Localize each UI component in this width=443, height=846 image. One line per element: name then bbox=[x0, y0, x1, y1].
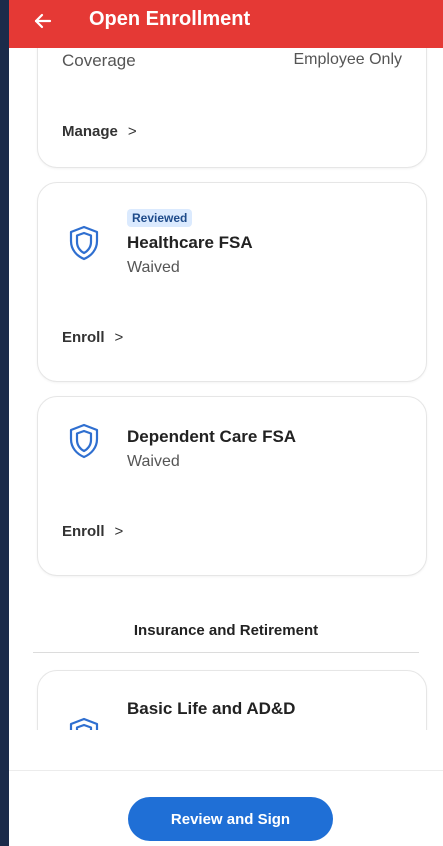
insurance-card-basic-life[interactable]: Basic Life and AD&D bbox=[37, 670, 427, 730]
review-and-sign-button[interactable]: Review and Sign bbox=[128, 797, 333, 841]
chevron-right-icon: > bbox=[114, 329, 124, 346]
manage-link[interactable]: Manage > bbox=[62, 123, 137, 140]
benefit-card-healthcare-fsa: Reviewed Healthcare FSA Waived Enroll > bbox=[37, 182, 427, 382]
benefit-card-dependent-care-fsa: Dependent Care FSA Waived Enroll > bbox=[37, 396, 427, 576]
benefit-title: Healthcare FSA bbox=[127, 233, 253, 252]
coverage-value: Employee Only bbox=[293, 51, 403, 68]
enrollment-content[interactable]: Coverage Employee Only Manage > Reviewed… bbox=[9, 48, 443, 730]
bottom-action-bar: Review and Sign bbox=[9, 770, 443, 846]
coverage-label: Coverage bbox=[62, 51, 136, 70]
benefit-status: Waived bbox=[127, 259, 180, 276]
section-divider bbox=[33, 652, 419, 653]
enroll-link[interactable]: Enroll > bbox=[62, 523, 123, 540]
shield-icon bbox=[69, 225, 99, 261]
section-heading: Insurance and Retirement bbox=[133, 622, 319, 639]
enroll-label: Enroll bbox=[62, 523, 105, 540]
page-title: Open Enrollment bbox=[89, 8, 251, 30]
chevron-right-icon: > bbox=[127, 123, 137, 140]
shield-icon bbox=[69, 717, 99, 730]
benefit-title: Dependent Care FSA bbox=[127, 427, 297, 446]
window-frame-edge bbox=[0, 0, 9, 846]
app-header: Open Enrollment bbox=[9, 0, 443, 48]
app-screen: Open Enrollment Coverage Employee Only M… bbox=[9, 0, 443, 846]
shield-icon bbox=[69, 423, 99, 459]
coverage-card: Coverage Employee Only Manage > bbox=[37, 48, 427, 168]
insurance-title: Basic Life and AD&D bbox=[127, 699, 296, 718]
chevron-right-icon: > bbox=[114, 523, 124, 540]
enroll-label: Enroll bbox=[62, 329, 105, 346]
status-badge: Reviewed bbox=[127, 209, 193, 227]
benefit-status: Waived bbox=[127, 453, 180, 470]
manage-label: Manage bbox=[62, 123, 118, 140]
arrow-left-icon[interactable] bbox=[31, 9, 55, 33]
enroll-link[interactable]: Enroll > bbox=[62, 329, 123, 346]
